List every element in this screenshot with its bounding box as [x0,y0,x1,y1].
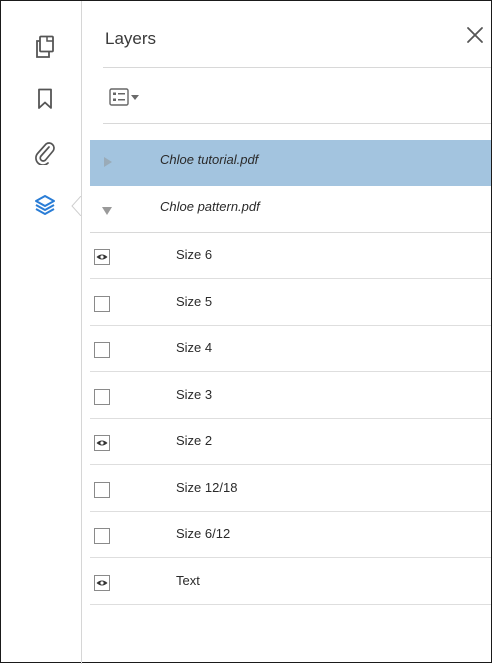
layer-label: Size 6 [176,247,213,262]
layer-row[interactable]: Text [82,559,491,605]
chevron-down-icon [131,94,139,100]
active-tab-notch [71,196,81,216]
layers-panel: Layers Chloe tutorial.pdf Chloe pattern.… [0,0,492,664]
bookmark-icon[interactable] [31,85,59,113]
visibility-toggle[interactable] [94,528,110,544]
layer-row[interactable]: Size 2 [82,419,491,465]
close-button[interactable] [463,23,487,47]
visibility-toggle[interactable] [94,342,110,358]
layer-options-icon [109,88,129,106]
visibility-toggle[interactable] [94,481,110,498]
close-icon [467,27,483,43]
layer-row[interactable]: Size 6 [82,233,491,279]
document-label: Chloe pattern.pdf [160,199,260,214]
layer-label: Size 12/18 [176,479,238,495]
panel-title: Layers [105,29,157,48]
document-row-pattern[interactable]: Chloe pattern.pdf [90,187,491,233]
expand-arrow-icon[interactable] [104,157,112,167]
layer-label: Size 6/12 [176,526,231,541]
visibility-toggle[interactable] [94,435,110,451]
layer-label: Size 3 [176,386,213,402]
page-thumbnails-icon[interactable] [31,33,59,61]
attachment-icon[interactable] [31,139,59,167]
header-divider [103,67,491,68]
layer-row[interactable]: Size 6/12 [82,512,491,558]
layer-options-button[interactable] [109,85,151,109]
visibility-toggle[interactable] [94,295,110,312]
navigation-rail [1,1,81,664]
visibility-toggle[interactable] [94,249,110,265]
visibility-toggle[interactable] [94,388,110,405]
layer-row[interactable]: Size 12/18 [82,466,491,512]
row-divider [90,603,491,605]
layer-label: Text [176,572,200,588]
layer-label: Size 5 [176,293,213,309]
layer-label: Size 4 [176,340,213,355]
toolbar-divider [103,123,491,124]
layer-row[interactable]: Size 4 [82,326,491,372]
eye-icon [96,254,108,260]
visibility-toggle[interactable] [94,574,110,591]
collapse-arrow-icon[interactable] [102,207,112,215]
layers-icon[interactable] [31,191,59,219]
layer-label: Size 2 [176,433,213,448]
eye-icon [96,440,108,446]
eye-icon [96,580,108,585]
layer-row[interactable]: Size 3 [82,373,491,419]
document-row-tutorial[interactable]: Chloe tutorial.pdf [90,140,491,186]
document-label: Chloe tutorial.pdf [160,152,259,167]
layer-row[interactable]: Size 5 [82,280,491,326]
